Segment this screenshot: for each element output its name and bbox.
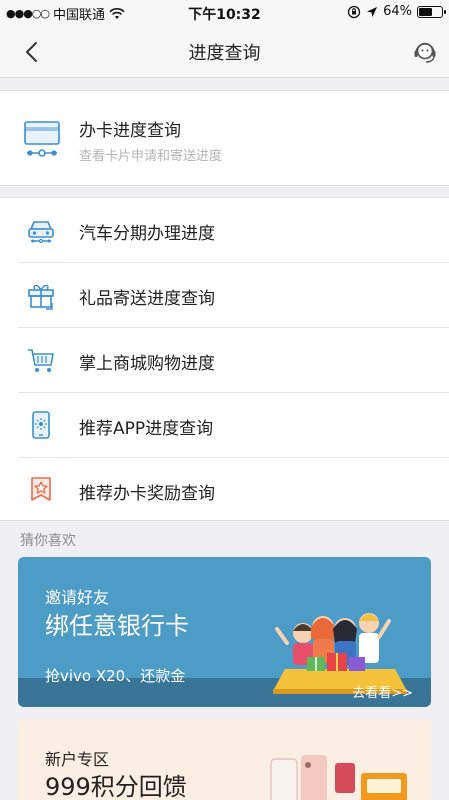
car-icon xyxy=(28,221,54,244)
card-progress-item[interactable]: 办卡进度查询 查看卡片申请和寄送进度 xyxy=(0,90,449,186)
list-item-app[interactable]: 推荐APP进度查询 xyxy=(0,393,449,458)
location-arrow-icon xyxy=(367,6,378,17)
banner-title: 绑任意银行卡 xyxy=(45,612,189,640)
section-heading-recommend: 猜你喜欢 xyxy=(20,533,76,549)
list-item-label: 礼品寄送进度查询 xyxy=(79,289,215,309)
list-item-car[interactable]: 汽车分期办理进度 xyxy=(0,198,449,263)
battery-fill xyxy=(419,7,433,16)
list-item-label: 掌上商城购物进度 xyxy=(79,354,215,374)
banner-description: 抢vivo X20、还款金 xyxy=(45,667,186,685)
gift-icon xyxy=(28,284,54,310)
orientation-lock-icon xyxy=(347,5,361,18)
battery-percent: 64% xyxy=(383,4,412,19)
battery-icon xyxy=(417,5,446,18)
headset-icon[interactable] xyxy=(411,38,439,66)
banner-title: 999积分回馈 xyxy=(45,773,187,800)
banner-subtitle: 邀请好友 xyxy=(45,588,110,607)
list-item-label: 推荐APP进度查询 xyxy=(79,419,214,439)
invite-friend-banner[interactable]: 邀请好友 绑任意银行卡 抢vivo X20、还款金 去看看>> xyxy=(18,557,431,707)
nav-bar: 进度查询 xyxy=(0,26,449,78)
phone-app-icon xyxy=(32,411,50,439)
new-user-banner[interactable]: 新户专区 999积分回馈 xyxy=(18,719,431,800)
page-title: 进度查询 xyxy=(188,43,261,64)
list-item-gift[interactable]: 礼品寄送进度查询 xyxy=(0,263,449,328)
list-item-label: 汽车分期办理进度 xyxy=(79,224,215,244)
cart-icon xyxy=(28,349,54,372)
card-progress-title: 办卡进度查询 xyxy=(79,121,181,141)
status-bar: ●●●○○ 中国联通 下午10:32 64% xyxy=(0,0,449,26)
award-icon xyxy=(31,477,51,501)
list-item-cart[interactable]: 掌上商城购物进度 xyxy=(0,328,449,393)
see-more-link[interactable]: 去看看>> xyxy=(352,682,413,701)
list-item-label: 推荐办卡奖励查询 xyxy=(79,484,215,504)
card-progress-icon xyxy=(24,121,60,157)
status-right: 64% xyxy=(347,4,446,19)
card-progress-subtitle: 查看卡片申请和寄送进度 xyxy=(79,149,223,164)
progress-list: 汽车分期办理进度 礼品寄送进度查询 掌上商城购物进度 推荐APP进度查询 推荐办… xyxy=(0,197,449,521)
list-item-award[interactable]: 推荐办卡奖励查询 xyxy=(0,458,449,523)
products-illustration xyxy=(270,755,407,800)
